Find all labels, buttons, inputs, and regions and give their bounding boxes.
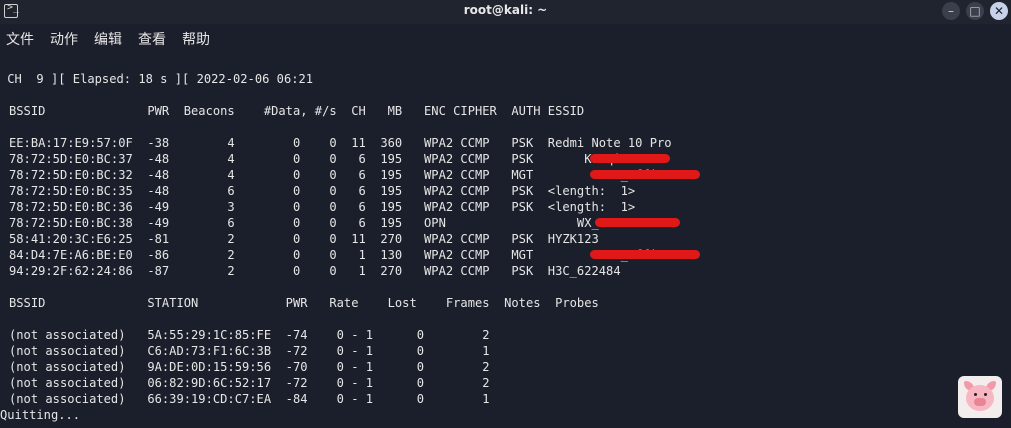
menu-bar: 文件 动作 编辑 查看 帮助 [0, 24, 1011, 52]
status-line: CH 9 ][ Elapsed: 18 s ][ 2022-02-06 06:2… [0, 72, 314, 86]
ap-row: 94:29:2F:62:24:86 -87 2 0 0 1 270 WPA2 C… [9, 264, 621, 278]
ap-row: EE:BA:17:E9:57:0F -38 4 0 0 11 360 WPA2 … [9, 136, 672, 150]
station-row: (not associated) 66:39:19:CD:C7:EA -84 0… [9, 392, 490, 406]
ap-row: 84:D4:7E:A6:BE:E0 -86 2 0 0 1 130 WPA2 C… [9, 248, 672, 262]
station-row: (not associated) 5A:55:29:1C:85:FE -74 0… [9, 328, 490, 342]
ap-row: 78:72:5D:E0:BC:35 -48 6 0 0 6 195 WPA2 C… [9, 184, 636, 198]
quitting-line: Quitting... [0, 408, 81, 422]
ap-row: 58:41:20:3C:E6:25 -81 2 0 0 11 270 WPA2 … [9, 232, 599, 246]
ap-row: 78:72:5D:E0:BC:38 -49 6 0 0 6 195 OPN WX… [9, 216, 636, 230]
station-table-header: BSSID STATION PWR Rate Lost Frames Notes… [9, 296, 599, 310]
ap-table-header: BSSID PWR Beacons #Data, #/s CH MB ENC C… [9, 104, 585, 118]
redaction-mark [595, 218, 680, 227]
ap-row: 78:72:5D:E0:BC:37 -48 4 0 0 6 195 WPA2 C… [9, 152, 643, 166]
station-row: (not associated) 06:82:9D:6C:52:17 -72 0… [9, 376, 490, 390]
redaction-mark [590, 250, 700, 259]
menu-view[interactable]: 查看 [138, 29, 166, 49]
terminal-output[interactable]: CH 9 ][ Elapsed: 18 s ][ 2022-02-06 06:2… [0, 52, 1011, 428]
window-title: root@kali: ~ [463, 3, 548, 17]
close-button[interactable]: ✕ [990, 2, 1008, 20]
station-row: (not associated) 9A:DE:0D:15:59:56 -70 0… [9, 360, 490, 374]
window-titlebar: >_ root@kali: ~ – □ ✕ [0, 0, 1011, 24]
pig-icon [958, 376, 1002, 418]
menu-file[interactable]: 文件 [6, 29, 34, 49]
menu-action[interactable]: 动作 [50, 29, 78, 49]
maximize-button[interactable]: □ [966, 2, 984, 20]
station-row: (not associated) C6:AD:73:F1:6C:3B -72 0… [9, 344, 490, 358]
ap-row: 78:72:5D:E0:BC:32 -48 4 0 0 6 195 WPA2 C… [9, 168, 672, 182]
menu-edit[interactable]: 编辑 [94, 29, 122, 49]
redaction-mark [590, 154, 670, 163]
redaction-mark [590, 170, 700, 179]
ap-row: 78:72:5D:E0:BC:36 -49 3 0 0 6 195 WPA2 C… [9, 200, 636, 214]
minimize-button[interactable]: – [942, 2, 960, 20]
menu-help[interactable]: 帮助 [182, 29, 210, 49]
